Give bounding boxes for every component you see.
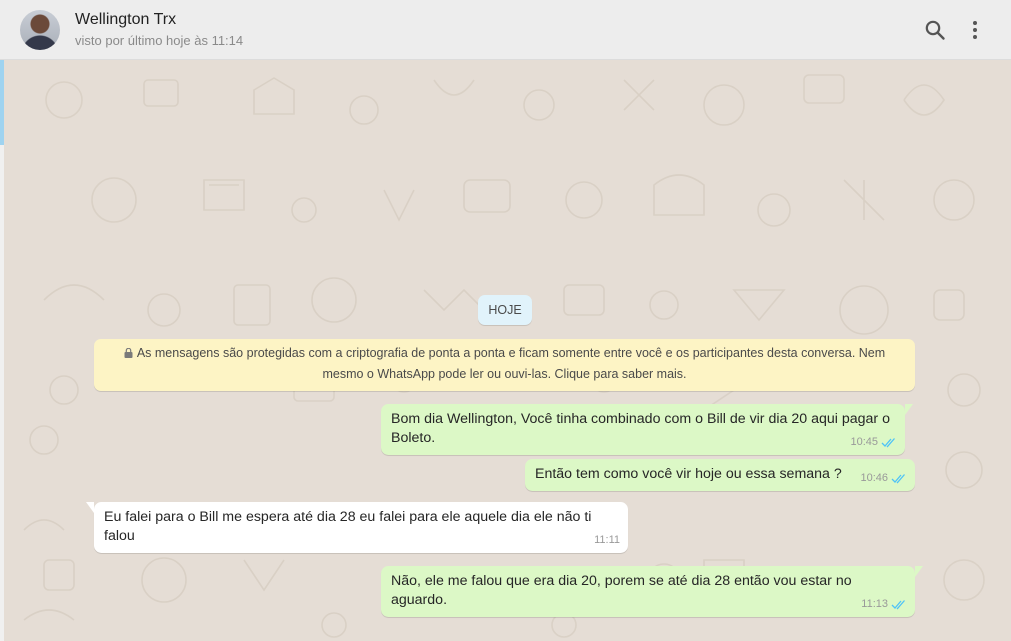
message-text-line1: Bom dia Wellington, Você tinha combinado… [391, 411, 890, 427]
outgoing-message[interactable]: Não, ele me falou que era dia 20, porem … [381, 566, 923, 617]
avatar[interactable] [20, 10, 60, 50]
message-time: 11:13 [861, 598, 888, 610]
incoming-message[interactable]: Eu falei para o Bill me espera até dia 2… [86, 502, 628, 553]
menu-dots-icon[interactable] [963, 18, 987, 42]
message-text: Não, ele me falou que era dia 20, porem … [391, 573, 852, 608]
message-text-line2: Boleto. [391, 430, 436, 446]
lock-icon [124, 348, 133, 358]
message-text: Então tem como você vir hoje ou essa sem… [535, 466, 842, 482]
message-meta: 11:11 [594, 531, 620, 550]
double-check-read-icon [891, 600, 905, 610]
conversation-panel[interactable]: HOJE As mensagens são protegidas com a c… [4, 60, 1011, 641]
encryption-notice-line2: mesmo o WhatsApp pode ler ou ouvi-las. C… [322, 367, 687, 381]
outgoing-message[interactable]: Então tem como você vir hoje ou essa sem… [525, 459, 915, 491]
message-time: 10:46 [860, 472, 888, 484]
message-text: Eu falei para o Bill me espera até dia 2… [104, 509, 592, 544]
bubble-tail [905, 404, 913, 415]
bubble-tail [86, 502, 94, 513]
double-check-read-icon [881, 438, 895, 448]
chat-header: Wellington Trx visto por último hoje às … [0, 0, 1011, 60]
message-meta: 10:46 [860, 469, 907, 488]
day-separator-chip: HOJE [478, 295, 532, 325]
message-time: 10:45 [850, 436, 878, 448]
message-meta: 10:45 [850, 433, 897, 452]
encryption-notice[interactable]: As mensagens são protegidas com a cripto… [94, 339, 915, 391]
message-time: 11:11 [594, 534, 620, 546]
search-icon[interactable] [923, 18, 947, 42]
bubble-tail [915, 566, 923, 577]
encryption-notice-line1: As mensagens são protegidas com a cripto… [136, 346, 886, 360]
double-check-read-icon [891, 474, 905, 484]
message-meta: 11:13 [861, 595, 907, 614]
contact-last-seen: visto por último hoje às 11:14 [75, 33, 244, 48]
contact-name[interactable]: Wellington Trx [75, 11, 176, 29]
outgoing-message[interactable]: Bom dia Wellington, Você tinha combinado… [381, 404, 913, 455]
